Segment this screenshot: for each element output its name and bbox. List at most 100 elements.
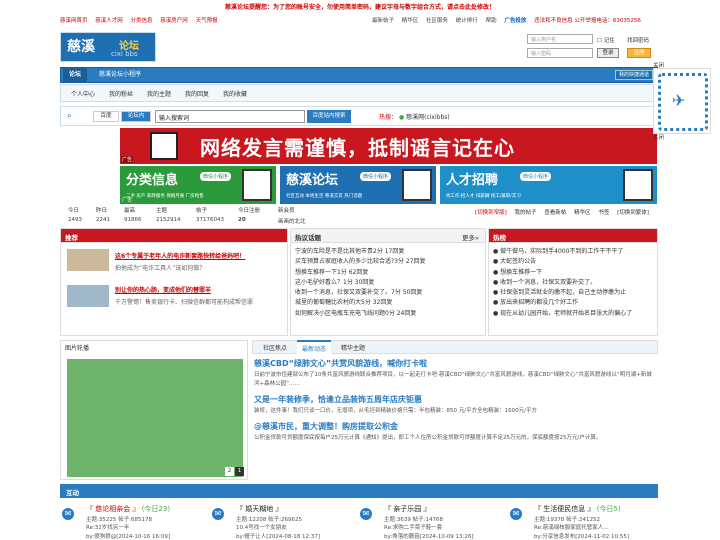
password-input[interactable]: 输入密码 — [527, 48, 593, 58]
list-item[interactable]: 如何解决小区电瓶车充电飞线问题0分 24回复 — [295, 309, 483, 319]
ad-title: 分类信息 — [126, 173, 179, 188]
forum-item[interactable]: ✉ 『 亲子乐园 』 主题:3639 帖子:14768 Re:求购二手菜子鞋一套… — [358, 502, 506, 540]
register-button[interactable]: 注册 — [627, 48, 651, 58]
tab-digest[interactable]: 精华主题 — [341, 343, 365, 352]
new-posts-link[interactable]: 查看新帖 — [544, 210, 566, 216]
side-close-bottom[interactable]: 关闭 — [653, 133, 664, 141]
recommend-item-title[interactable]: 别让你的热心肠，变成他们的替罪羊 — [115, 285, 211, 294]
ad-classified[interactable]: 分类信息 微信小程序 二手 房产 家政服务 保姆月嫂 厂房租售 — [120, 166, 276, 204]
tab-focus[interactable]: 社区焦点 — [263, 343, 287, 352]
list-item[interactable]: 城里的葡萄糖比农村的大5分 32回复 — [295, 298, 483, 308]
list-item[interactable]: ● 收到一个消息，社保又双要补交了。 — [493, 278, 655, 288]
forum-last[interactable]: Re:慈溪绿枝服家庭托管家人… — [534, 523, 609, 531]
link-home[interactable]: 慈溪网首页 — [60, 18, 88, 24]
search-input[interactable]: 输入搜索词 — [155, 110, 305, 123]
forum-item[interactable]: ✉ 『 慈论相亲会 』 (今日23) 主题:35225 帖子:685178 Re… — [60, 502, 208, 540]
hot-list-panel: 热榜 ● 做牛做马，实际到手4000不到的工作干不干了 ● 大蛇签约公告 ● 想… — [488, 228, 658, 336]
ad-jobs[interactable]: 人才招聘 微信小程序 找工作·招人才 排薪酬 找工/兼职/实习 — [440, 166, 657, 204]
list-item[interactable]: ● 放出来招聘的都没几个好工作 — [493, 298, 655, 308]
search-tab-forum[interactable]: 论坛内 — [121, 111, 151, 122]
nav-miniprogram[interactable]: 慈溪论坛小程序 — [93, 68, 147, 82]
forum-name[interactable]: 『 生活便民信息 』 (今日5) — [534, 504, 621, 514]
hot-list-header: 热榜 — [489, 229, 657, 243]
security-notice[interactable]: 慈溪论坛提醒您：为了您的账号安全，勿使用简单密码，建议字母与数字组合方式，请点击… — [0, 2, 720, 11]
tab-latest[interactable]: 最新动态 — [297, 340, 332, 355]
subnav-favorites[interactable]: 我的收藏 — [223, 89, 247, 98]
news-desc: 日前宁波市住建部公布了10条共富风貌游线联合推荐项目，以一起走打卡吧-慈溪CBD… — [254, 372, 652, 387]
list-item[interactable]: ● 社保涨到灵活就业的缴不起，自己主动停缴为止 — [493, 288, 655, 298]
recommend-item-title[interactable]: 这6个专属于老年人的电诈新套路快转给爸妈吧！ — [115, 251, 245, 260]
list-item[interactable]: 买车预算占家庭收入的多少比较合适?3分 27回复 — [295, 257, 483, 267]
forum-name[interactable]: 『 亲子乐园 』 — [384, 504, 430, 514]
news-thumbnail[interactable] — [67, 285, 109, 307]
forum-name[interactable]: 『 婚天糊地 』 — [236, 504, 282, 514]
switch-traditional-link[interactable]: [切换到繁体] — [617, 210, 649, 216]
top-bar: 慈溪论坛提醒您：为了您的账号安全，勿使用简单密码，建议字母与数字组合方式，请点击… — [0, 0, 720, 30]
main-nav: 论坛 慈溪论坛小程序 我的快捷通道 — [60, 67, 658, 83]
news-title[interactable]: 又是一年装修季，恰逢立品装饰五周年店庆钜惠 — [254, 394, 654, 405]
subnav-profile[interactable]: 个人中心 — [71, 89, 95, 98]
list-item[interactable]: 这小毛驴好看么？1分 30回复 — [295, 278, 483, 288]
forum-name[interactable]: 『 慈论相亲会 』 (今日23) — [86, 504, 170, 514]
ad-label: 广告 — [121, 156, 134, 163]
forum-item[interactable]: ✉ 『 婚天糊地 』 主题:12208 帖子:269625 10.4号找一个女朋… — [210, 502, 358, 540]
forum-last[interactable]: Re:32岁找另一半 — [86, 523, 129, 531]
news-title[interactable]: @慈溪市民，重大调整！购房提取公积金 — [254, 421, 654, 432]
subnav-replies[interactable]: 我的回复 — [185, 89, 209, 98]
link-help[interactable]: 帮助 — [486, 18, 497, 24]
forgot-link[interactable]: 找回密码 — [627, 36, 649, 44]
list-item[interactable]: ● 做牛做马，实际到手4000不到的工作干不干了 — [493, 247, 655, 257]
search-button[interactable]: 百度站内搜索 — [307, 110, 351, 123]
link-house[interactable]: 慈溪房产网 — [160, 18, 188, 24]
stat-value: 2493 — [68, 217, 82, 223]
ad-forum[interactable]: 慈溪论坛 微信小程序 社区互动 本地生活 慈溪交友 热门话题 — [280, 166, 436, 204]
link-ad-service[interactable]: 广告投放 — [504, 18, 526, 24]
subnav-topics[interactable]: 我的主题 — [147, 89, 171, 98]
link-service[interactable]: 社区服务 — [426, 18, 448, 24]
search-bar: ⌕ 百度 论坛内 输入搜索词 百度站内搜索 热搜： ● 慈溪网(cixibbs) — [60, 106, 658, 126]
bookmark-link[interactable]: 书签 — [598, 210, 609, 216]
link-jobs[interactable]: 慈溪人才网 — [95, 18, 123, 24]
link-ranking[interactable]: 统计排行 — [456, 18, 478, 24]
forum-item[interactable]: ✉ 『 生活便民信息 』 (今日5) 主题:19378 帖子:241252 Re… — [508, 502, 656, 540]
login-button[interactable]: 登录 — [597, 48, 619, 58]
news-thumbnail[interactable] — [67, 249, 109, 271]
list-item[interactable]: 想换车推荐一下1分 62回复 — [295, 268, 483, 278]
list-item[interactable]: ● 现在从幼儿园开始，老师就开始名目张大的偏心了 — [493, 309, 655, 319]
carousel-page-2[interactable]: 2 — [225, 467, 234, 476]
forum-today: (今日5) — [596, 505, 621, 513]
link-classified[interactable]: 分类信息 — [131, 18, 153, 24]
forum-last[interactable]: Re:求购二手菜子鞋一套 — [384, 523, 442, 531]
site-logo[interactable]: 慈溪 论坛 cixi bbs — [60, 32, 156, 62]
list-item[interactable]: ● 大蛇签约公告 — [493, 257, 655, 267]
more-link[interactable]: 更多» — [462, 232, 479, 242]
list-item[interactable]: 宁波的车险是不是比其他市贵2分 17回复 — [295, 247, 483, 257]
carousel-page-1[interactable]: 1 — [235, 467, 244, 476]
link-new-posts[interactable]: 最新帖子 — [372, 18, 394, 24]
list-item[interactable]: 收到一个消息，社保又双要补交了。7分 50回复 — [295, 288, 483, 298]
list-item[interactable]: ● 想换车推荐一下 — [493, 268, 655, 278]
search-tab-baidu[interactable]: 百度 — [93, 111, 119, 122]
digest-link[interactable]: 精华区 — [574, 210, 591, 216]
stat-posts: 帖子 37176043 — [196, 206, 224, 223]
my-posts-link[interactable]: 我的帖子 — [515, 210, 537, 216]
link-weather[interactable]: 天气预报 — [196, 18, 218, 24]
hot-search-term[interactable]: 慈溪网(cixibbs) — [406, 114, 450, 121]
quick-channel-dropdown[interactable]: 我的快捷通道 — [615, 70, 653, 80]
link-digest[interactable]: 精华区 — [402, 18, 419, 24]
subnav-fans[interactable]: 我的粉丝 — [109, 89, 133, 98]
stat-value: 91866 — [124, 217, 142, 223]
link-report[interactable]: 违法和不良信息 公开举报电话：63035256 — [534, 18, 641, 24]
nav-forum[interactable]: 论坛 — [63, 68, 88, 82]
username-input[interactable]: 输入用户名 — [527, 34, 593, 44]
stat-value[interactable]: 画画的北北 — [278, 217, 306, 225]
side-qr-widget[interactable]: ✈ — [653, 68, 711, 134]
news-title[interactable]: 慈溪CBD“绿肺文心”共赏风貌游线，喊你打卡啦 — [254, 358, 654, 369]
carousel-image[interactable] — [67, 359, 243, 477]
carousel-title: 图片轮播 — [65, 345, 90, 352]
forum-last[interactable]: 10.4号找一个女朋友 — [236, 523, 287, 531]
remember-checkbox[interactable]: ☐ 记住 — [597, 36, 615, 44]
switch-narrow-link[interactable]: [切换到窄版] — [475, 210, 507, 216]
banner-ad[interactable]: 网络发言需谨慎，抵制谣言记在心 广告 — [120, 128, 657, 164]
stat-value: 2241 — [96, 217, 110, 223]
